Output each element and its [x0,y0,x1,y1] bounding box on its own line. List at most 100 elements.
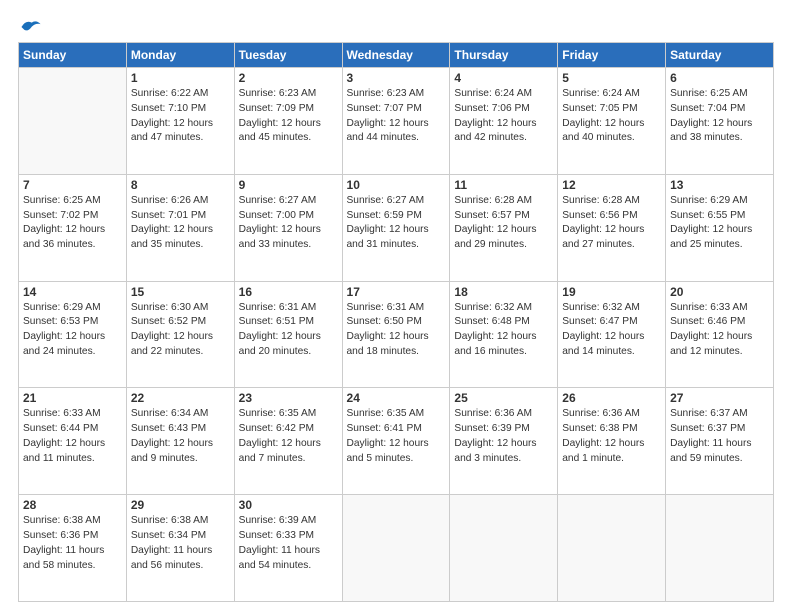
day-info: Sunrise: 6:38 AM Sunset: 6:34 PM Dayligh… [131,514,230,573]
calendar-cell: 23 Sunrise: 6:35 AM Sunset: 6:42 PM Dayli… [234,388,342,495]
day-number: 24 [347,391,446,405]
day-number: 8 [131,178,230,192]
day-number: 26 [562,391,661,405]
day-info: Sunrise: 6:35 AM Sunset: 6:41 PM Dayligh… [347,407,446,466]
day-number: 14 [23,285,122,299]
day-info: Sunrise: 6:27 AM Sunset: 7:00 PM Dayligh… [239,194,338,253]
calendar-cell: 8Sunrise: 6:26 AM Sunset: 7:01 PM Daylig… [126,174,234,281]
calendar-cell: 19 Sunrise: 6:32 AM Sunset: 6:47 PM Dayli… [558,281,666,388]
day-info: Sunrise: 6:33 AM Sunset: 6:44 PM Dayligh… [23,407,122,466]
day-info: Sunrise: 6:28 AM Sunset: 6:56 PM Dayligh… [562,194,661,253]
day-number: 4 [454,71,553,85]
calendar-cell [666,495,774,602]
calendar-cell: 28 Sunrise: 6:38 AM Sunset: 6:36 PM Dayli… [19,495,127,602]
day-number: 22 [131,391,230,405]
day-number: 28 [23,498,122,512]
calendar-cell [450,495,558,602]
calendar-cell: 14 Sunrise: 6:29 AM Sunset: 6:53 PM Dayli… [19,281,127,388]
calendar-cell [19,68,127,175]
day-info: Sunrise: 6:35 AM Sunset: 6:42 PM Dayligh… [239,407,338,466]
day-number: 10 [347,178,446,192]
calendar-week-row-3: 14 Sunrise: 6:29 AM Sunset: 6:53 PM Dayli… [19,281,774,388]
calendar-cell: 22 Sunrise: 6:34 AM Sunset: 6:43 PM Dayli… [126,388,234,495]
day-number: 7 [23,178,122,192]
calendar-cell: 29 Sunrise: 6:38 AM Sunset: 6:34 PM Dayli… [126,495,234,602]
calendar-cell: 18 Sunrise: 6:32 AM Sunset: 6:48 PM Dayli… [450,281,558,388]
day-info: Sunrise: 6:29 AM Sunset: 6:53 PM Dayligh… [23,301,122,360]
calendar-cell: 1 Sunrise: 6:22 AM Sunset: 7:10 PM Daylig… [126,68,234,175]
day-info: Sunrise: 6:32 AM Sunset: 6:48 PM Dayligh… [454,301,553,360]
day-info: Sunrise: 6:22 AM Sunset: 7:10 PM Dayligh… [131,87,230,146]
day-info: Sunrise: 6:27 AM Sunset: 6:59 PM Dayligh… [347,194,446,253]
day-info: Sunrise: 6:31 AM Sunset: 6:50 PM Dayligh… [347,301,446,360]
day-number: 16 [239,285,338,299]
weekday-header-thursday: Thursday [450,43,558,68]
calendar-cell: 15 Sunrise: 6:30 AM Sunset: 6:52 PM Dayli… [126,281,234,388]
calendar-cell: 7 Sunrise: 6:25 AM Sunset: 7:02 PM Daylig… [19,174,127,281]
day-info: Sunrise: 6:25 AM Sunset: 7:02 PM Dayligh… [23,194,122,253]
day-info: Sunrise: 6:29 AM Sunset: 6:55 PM Dayligh… [670,194,769,253]
calendar-cell [342,495,450,602]
day-number: 21 [23,391,122,405]
weekday-header-friday: Friday [558,43,666,68]
day-info: Sunrise: 6:34 AM Sunset: 6:43 PM Dayligh… [131,407,230,466]
calendar-cell: 6Sunrise: 6:25 AM Sunset: 7:04 PM Daylig… [666,68,774,175]
day-info: Sunrise: 6:25 AM Sunset: 7:04 PM Dayligh… [670,87,769,146]
calendar-table: SundayMondayTuesdayWednesdayThursdayFrid… [18,42,774,602]
day-number: 27 [670,391,769,405]
calendar-cell: 4 Sunrise: 6:24 AM Sunset: 7:06 PM Daylig… [450,68,558,175]
day-info: Sunrise: 6:36 AM Sunset: 6:39 PM Dayligh… [454,407,553,466]
calendar-cell: 21 Sunrise: 6:33 AM Sunset: 6:44 PM Dayli… [19,388,127,495]
day-number: 1 [131,71,230,85]
day-number: 12 [562,178,661,192]
day-info: Sunrise: 6:36 AM Sunset: 6:38 PM Dayligh… [562,407,661,466]
day-info: Sunrise: 6:38 AM Sunset: 6:36 PM Dayligh… [23,514,122,573]
day-number: 2 [239,71,338,85]
day-number: 18 [454,285,553,299]
day-number: 23 [239,391,338,405]
day-info: Sunrise: 6:24 AM Sunset: 7:05 PM Dayligh… [562,87,661,146]
calendar-cell: 24 Sunrise: 6:35 AM Sunset: 6:41 PM Dayli… [342,388,450,495]
day-number: 15 [131,285,230,299]
header [18,18,774,32]
day-number: 9 [239,178,338,192]
logo-bird-icon [20,18,42,36]
weekday-header-wednesday: Wednesday [342,43,450,68]
calendar-cell: 16 Sunrise: 6:31 AM Sunset: 6:51 PM Dayli… [234,281,342,388]
calendar-week-row-4: 21 Sunrise: 6:33 AM Sunset: 6:44 PM Dayli… [19,388,774,495]
day-info: Sunrise: 6:39 AM Sunset: 6:33 PM Dayligh… [239,514,338,573]
calendar-cell: 9 Sunrise: 6:27 AM Sunset: 7:00 PM Daylig… [234,174,342,281]
day-number: 30 [239,498,338,512]
day-info: Sunrise: 6:37 AM Sunset: 6:37 PM Dayligh… [670,407,769,466]
calendar-cell: 26 Sunrise: 6:36 AM Sunset: 6:38 PM Dayli… [558,388,666,495]
weekday-header-tuesday: Tuesday [234,43,342,68]
day-info: Sunrise: 6:31 AM Sunset: 6:51 PM Dayligh… [239,301,338,360]
calendar-cell: 17 Sunrise: 6:31 AM Sunset: 6:50 PM Dayli… [342,281,450,388]
calendar-cell: 3 Sunrise: 6:23 AM Sunset: 7:07 PM Daylig… [342,68,450,175]
weekday-header-saturday: Saturday [666,43,774,68]
calendar-cell: 20Sunrise: 6:33 AM Sunset: 6:46 PM Dayli… [666,281,774,388]
day-info: Sunrise: 6:28 AM Sunset: 6:57 PM Dayligh… [454,194,553,253]
calendar-cell: 11 Sunrise: 6:28 AM Sunset: 6:57 PM Dayli… [450,174,558,281]
day-number: 17 [347,285,446,299]
calendar-cell: 25 Sunrise: 6:36 AM Sunset: 6:39 PM Dayli… [450,388,558,495]
calendar-cell: 2 Sunrise: 6:23 AM Sunset: 7:09 PM Daylig… [234,68,342,175]
calendar-cell: 5 Sunrise: 6:24 AM Sunset: 7:05 PM Daylig… [558,68,666,175]
calendar-cell: 13Sunrise: 6:29 AM Sunset: 6:55 PM Dayli… [666,174,774,281]
day-info: Sunrise: 6:24 AM Sunset: 7:06 PM Dayligh… [454,87,553,146]
day-info: Sunrise: 6:32 AM Sunset: 6:47 PM Dayligh… [562,301,661,360]
day-info: Sunrise: 6:30 AM Sunset: 6:52 PM Dayligh… [131,301,230,360]
calendar-cell: 12 Sunrise: 6:28 AM Sunset: 6:56 PM Dayli… [558,174,666,281]
calendar-week-row-5: 28 Sunrise: 6:38 AM Sunset: 6:36 PM Dayli… [19,495,774,602]
day-number: 3 [347,71,446,85]
day-info: Sunrise: 6:23 AM Sunset: 7:07 PM Dayligh… [347,87,446,146]
logo [18,18,42,32]
day-info: Sunrise: 6:23 AM Sunset: 7:09 PM Dayligh… [239,87,338,146]
weekday-header-sunday: Sunday [19,43,127,68]
day-number: 11 [454,178,553,192]
day-number: 19 [562,285,661,299]
calendar-cell: 27 Sunrise: 6:37 AM Sunset: 6:37 PM Dayli… [666,388,774,495]
day-number: 25 [454,391,553,405]
day-number: 5 [562,71,661,85]
day-number: 29 [131,498,230,512]
